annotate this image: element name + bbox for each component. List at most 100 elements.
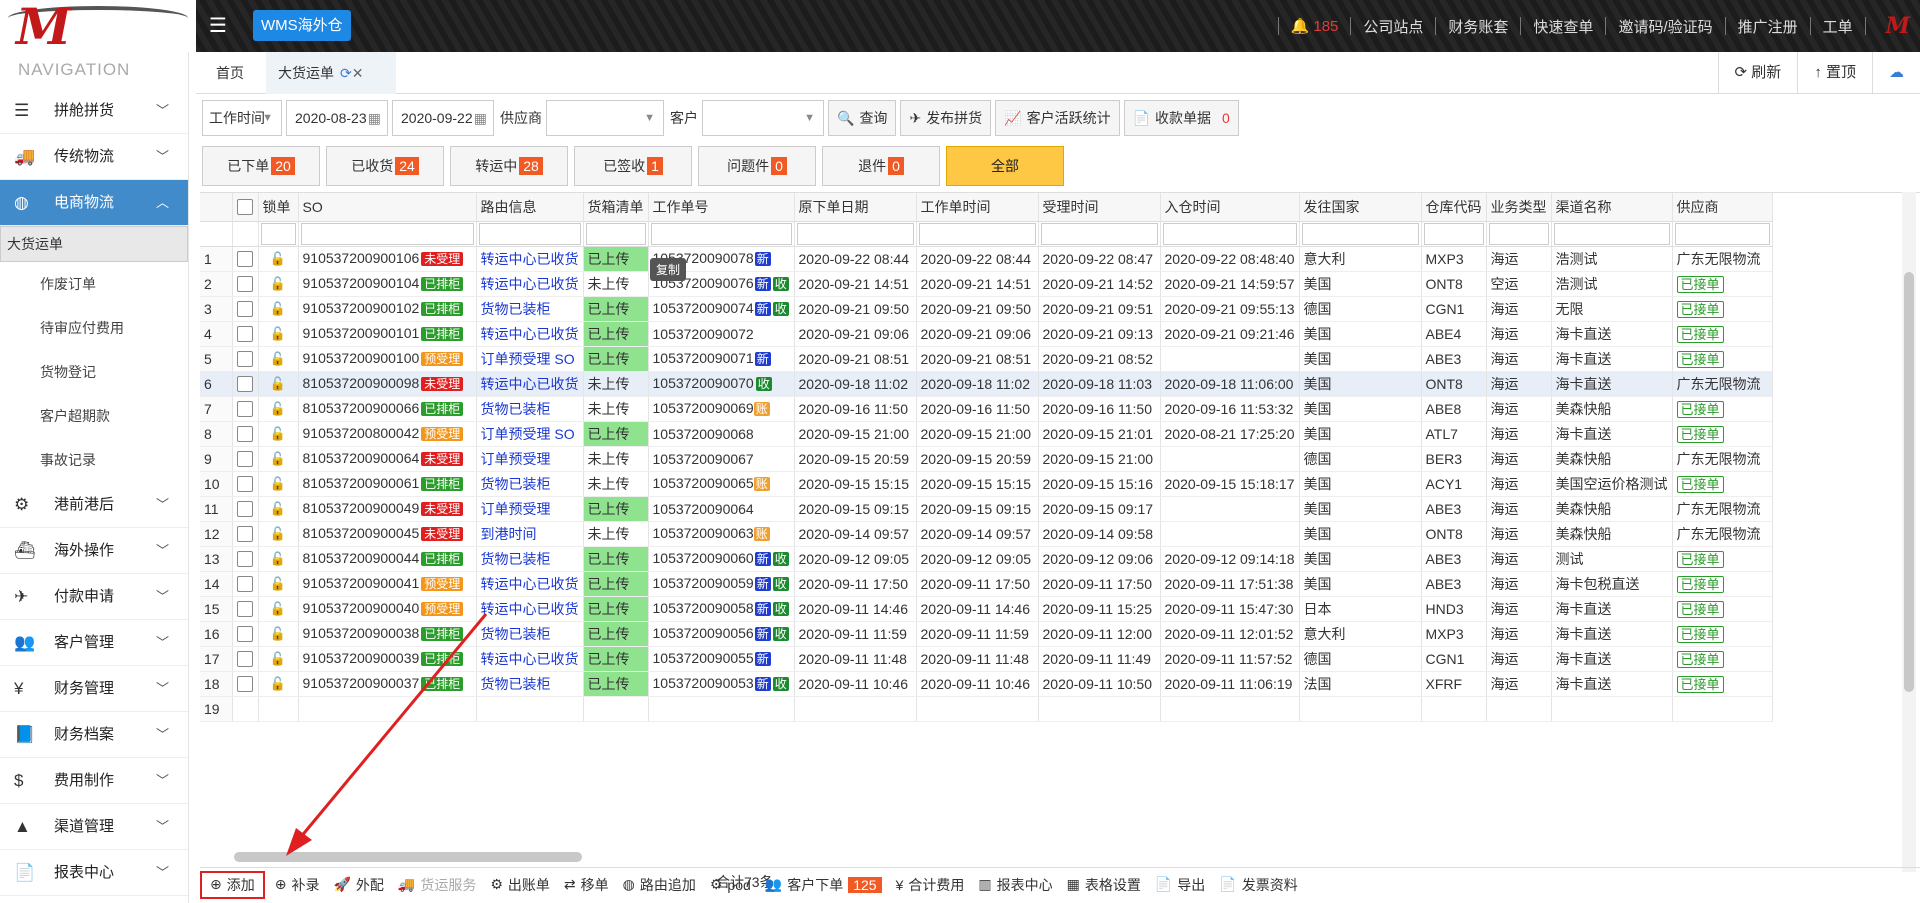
row-checkbox[interactable] <box>236 451 253 468</box>
column-filter-input[interactable] <box>1301 222 1419 245</box>
row-checkbox[interactable] <box>236 326 253 343</box>
table-row[interactable]: 6 🔓 810537200900098 未受理 转运中心已收货 未上传 1053720090… <box>200 371 1852 397</box>
move-order-button[interactable]: ⇄ 移单 <box>564 875 609 895</box>
status-filter-0[interactable]: 已下单 20 <box>202 146 320 186</box>
sidebar-item-8[interactable]: 📘 财务档案 ﹀ <box>0 712 188 758</box>
row-checkbox[interactable] <box>236 551 253 568</box>
select-all-checkbox[interactable] <box>237 199 253 216</box>
pin-top-button[interactable]: ↑ 置顶 <box>1797 52 1872 94</box>
unlock-icon[interactable]: 🔓 <box>270 651 286 666</box>
unlock-icon[interactable]: 🔓 <box>270 251 286 266</box>
wms-badge[interactable]: WMS海外仓 <box>253 10 351 41</box>
query-button[interactable]: 🔍 查询 <box>828 100 897 136</box>
column-header[interactable]: 仓库代码 <box>1421 193 1487 222</box>
row-checkbox[interactable] <box>236 401 253 418</box>
sidebar-subitem-3[interactable]: 货物登记 <box>0 350 188 394</box>
close-tab-icon[interactable]: ✕ <box>352 65 364 81</box>
column-filter-input[interactable] <box>300 222 474 245</box>
column-header[interactable]: 受理时间 <box>1038 193 1161 222</box>
table-row[interactable]: 10 🔓 810537200900061 已排柜 货物已装柜 未上传 10537200900… <box>200 471 1852 497</box>
column-filter-input[interactable] <box>918 222 1036 245</box>
sidebar-item-11[interactable]: 📄 报表中心 ﹀ <box>0 850 188 896</box>
row-checkbox[interactable] <box>236 376 253 393</box>
row-checkbox[interactable] <box>236 251 253 268</box>
route-append-button[interactable]: ◍ 路由追加 <box>623 875 696 895</box>
sidebar-item-10[interactable]: ▲ 渠道管理 ﹀ <box>0 804 188 850</box>
column-filter-input[interactable] <box>650 222 792 245</box>
table-settings-button[interactable]: ▦ 表格设置 <box>1067 875 1141 895</box>
table-row[interactable]: 17 🔓 910537200900039 已排柜 转运中心已收货 已上传 105372009… <box>200 646 1852 672</box>
column-filter-input[interactable] <box>796 222 914 245</box>
sidebar-subitem-0[interactable]: 大货运单 <box>0 226 188 262</box>
row-checkbox[interactable] <box>236 501 253 518</box>
row-checkbox[interactable] <box>236 526 253 543</box>
unlock-icon[interactable]: 🔓 <box>270 326 286 341</box>
total-fee-button[interactable]: ¥ 合计费用 <box>896 875 965 895</box>
column-filter-input[interactable] <box>1674 222 1770 245</box>
unlock-icon[interactable]: 🔓 <box>270 426 286 441</box>
table-row[interactable]: 16 🔓 910537200900038 已排柜 货物已装柜 已上传 10537200900… <box>200 621 1852 647</box>
tab-bulk-waybill[interactable]: 大货运单 ⟳✕ <box>266 52 396 94</box>
publish-button[interactable]: ✈ 发布拼货 <box>900 100 992 136</box>
sidebar-subitem-4[interactable]: 客户超期款 <box>0 394 188 438</box>
row-checkbox[interactable] <box>236 601 253 618</box>
report-button[interactable]: ▥ 报表中心 <box>978 875 1052 895</box>
table-row[interactable]: 5 🔓 910537200900100 预受理 订单预受理 SO 已上传 105372009… <box>200 346 1852 372</box>
refresh-tab-icon[interactable]: ⟳ <box>340 65 352 81</box>
link-company-site[interactable]: 公司站点 <box>1363 16 1423 37</box>
unlock-icon[interactable]: 🔓 <box>270 476 286 491</box>
row-checkbox[interactable] <box>236 651 253 668</box>
table-row[interactable]: 7 🔓 810537200900066 已排柜 货物已装柜 未上传 105372009006… <box>200 396 1852 422</box>
unlock-icon[interactable]: 🔓 <box>270 351 286 366</box>
column-filter-input[interactable] <box>1040 222 1158 245</box>
user-avatar[interactable]: M <box>1886 13 1910 39</box>
column-header[interactable]: 工作单号 <box>648 193 795 222</box>
column-header[interactable]: 货箱清单 <box>583 193 649 222</box>
table-row[interactable]: 4 🔓 910537200900101 已排柜 转运中心已收货 已上传 1053720090… <box>200 321 1852 347</box>
sidebar-subitem-5[interactable]: 事故记录 <box>0 438 188 482</box>
link-finance-account[interactable]: 财务账套 <box>1448 16 1508 37</box>
sidebar-subitem-1[interactable]: 作废订单 <box>0 262 188 306</box>
table-row[interactable]: 14 🔓 910537200900041 预受理 转运中心已收货 已上传 105372009… <box>200 571 1852 597</box>
customer-order-button[interactable]: 👥 客户下单 125 <box>765 875 882 895</box>
link-promotion[interactable]: 推广注册 <box>1738 16 1798 37</box>
table-row[interactable]: 13 🔓 810537200900044 已排柜 货物已装柜 已上传 10537200900… <box>200 546 1852 572</box>
chat-icon[interactable]: ☁ <box>1872 52 1920 94</box>
column-filter-input[interactable] <box>585 222 646 245</box>
table-row[interactable]: 3 🔓 910537200900102 已排柜 货物已装柜 已上传 105372009007… <box>200 296 1852 322</box>
refresh-button[interactable]: ⟳ 刷新 <box>1717 52 1798 94</box>
row-checkbox[interactable] <box>236 676 253 693</box>
row-checkbox[interactable] <box>236 351 253 368</box>
link-invite-code[interactable]: 邀请码/验证码 <box>1618 16 1712 37</box>
sidebar-item-0[interactable]: ☰ 拼舱拼货 ﹀ <box>0 88 188 134</box>
column-filter-input[interactable] <box>478 222 581 245</box>
column-header[interactable]: 渠道名称 <box>1551 193 1673 222</box>
column-header[interactable]: 入仓时间 <box>1160 193 1300 222</box>
external-button[interactable]: 🚀 外配 <box>333 875 383 895</box>
sidebar-item-6[interactable]: 👥 客户管理 ﹀ <box>0 620 188 666</box>
table-row[interactable]: 9 🔓 810537200900064 未受理 订单预受理 未上传 105372009006… <box>200 446 1852 472</box>
date-from-input[interactable]: 2020-08-23 ▦ <box>286 100 388 136</box>
unlock-icon[interactable]: 🔓 <box>270 301 286 316</box>
status-filter-5[interactable]: 退件 0 <box>822 146 940 186</box>
invoice-button[interactable]: 📄 发票资料 <box>1219 875 1297 895</box>
status-filter-2[interactable]: 转运中 28 <box>450 146 568 186</box>
link-work-order[interactable]: 工单 <box>1823 16 1853 37</box>
unlock-icon[interactable]: 🔓 <box>270 551 286 566</box>
column-filter-input[interactable] <box>1488 222 1549 245</box>
sidebar-item-1[interactable]: 🚚 传统物流 ﹀ <box>0 134 188 180</box>
receipt-button[interactable]: 📄 收款单据 0 <box>1123 100 1239 136</box>
column-filter-input[interactable] <box>1423 222 1484 245</box>
menu-toggle-button[interactable]: ☰ <box>205 13 231 39</box>
time-field-select[interactable]: 工作时间 ▼ <box>202 100 282 136</box>
unlock-icon[interactable]: 🔓 <box>270 626 286 641</box>
unlock-icon[interactable]: 🔓 <box>270 526 286 541</box>
pod-button[interactable]: ⚙ pod <box>710 876 751 893</box>
unlock-icon[interactable]: 🔓 <box>270 276 286 291</box>
table-row[interactable]: 11 🔓 810537200900049 未受理 订单预受理 已上传 10537200900… <box>200 496 1852 522</box>
table-row[interactable]: 18 🔓 910537200900037 已排柜 货物已装柜 已上传 10537200900… <box>200 671 1852 697</box>
table-row[interactable]: 8 🔓 910537200800042 预受理 订单预受理 SO 已上传 105372009… <box>200 421 1852 447</box>
column-header[interactable]: SO <box>298 193 477 222</box>
table-row[interactable]: 1 🔓 910537200900106 未受理 转运中心已收货 已上传 1053720090… <box>200 246 1852 272</box>
export-button[interactable]: 📄 导出 <box>1155 875 1205 895</box>
